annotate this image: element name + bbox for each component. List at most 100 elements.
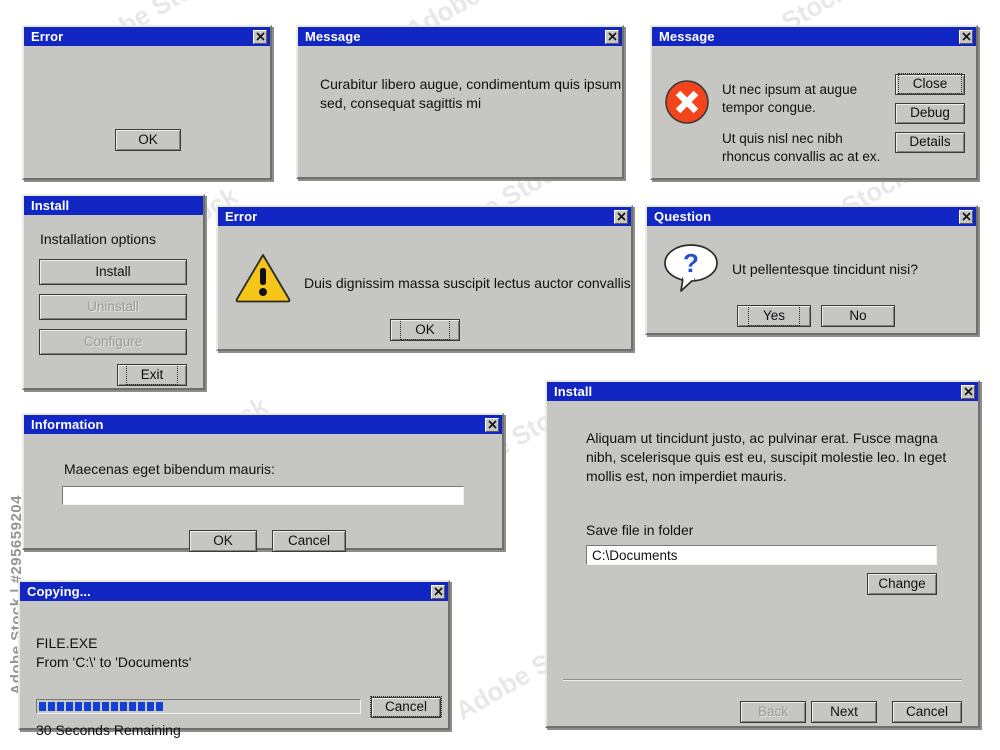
progress-block (93, 702, 100, 711)
titlebar: Message (652, 27, 976, 46)
details-button[interactable]: Details (895, 132, 965, 153)
dialog-install-wizard: Install Aliquam ut tincidunt justo, ac p… (545, 380, 980, 728)
copying-path: From 'C:\' to 'Documents' (36, 654, 192, 670)
progress-block (111, 702, 118, 711)
uninstall-button: Uninstall (39, 294, 187, 320)
change-button[interactable]: Change (867, 573, 937, 595)
next-button[interactable]: Next (811, 701, 877, 723)
close-x-icon[interactable] (605, 29, 619, 44)
button-label: Yes (747, 304, 801, 326)
titlebar: Message (298, 27, 622, 46)
progress-block (120, 702, 127, 711)
progress-block (129, 702, 136, 711)
dialog-install-options: Install Installation options Install Uni… (22, 194, 205, 390)
dialog-error-warning: Error Duis dignissim massa suscipit lect… (216, 205, 633, 351)
close-x-icon[interactable] (959, 209, 973, 224)
dialog-body: Ut nec ipsum at augue tempor congue. Ut … (652, 46, 976, 178)
dialog-body: OK (24, 46, 270, 178)
yes-button[interactable]: Yes (737, 304, 811, 327)
progress-block (57, 702, 64, 711)
window-title: Install (554, 384, 593, 399)
wizard-body-line-3: mollis est, non imperdiet mauris. (586, 468, 787, 484)
dialog-body: Installation options Install Uninstall C… (24, 215, 203, 388)
text-input[interactable] (62, 486, 464, 505)
ok-button[interactable]: OK (189, 530, 257, 552)
progress-block (84, 702, 91, 711)
window-title: Message (659, 29, 715, 44)
message-line-1: Curabitur libero augue, condimentum quis… (320, 76, 622, 92)
cancel-button[interactable]: Cancel (369, 696, 443, 718)
information-label: Maecenas eget bibendum mauris: (64, 461, 275, 477)
progress-bar (36, 699, 361, 714)
warning-triangle-icon (234, 252, 292, 309)
dialog-body: Maecenas eget bibendum mauris: OK Cancel (24, 434, 502, 552)
dialog-question: Question ? Ut pellentesque tincidunt nis… (645, 205, 978, 335)
cancel-button[interactable]: Cancel (892, 701, 962, 723)
button-label: Close (897, 73, 963, 94)
dialog-body: Aliquam ut tincidunt justo, ac pulvinar … (547, 401, 978, 726)
install-heading: Installation options (40, 231, 156, 247)
progress-block (156, 702, 163, 711)
dialog-message-text: Message Curabitur libero augue, condimen… (296, 25, 624, 179)
error-para2-line1: Ut quis nisl nec nibh (722, 131, 843, 146)
button-label: Install (95, 263, 131, 279)
svg-text:?: ? (683, 248, 699, 278)
progress-block (147, 702, 154, 711)
cancel-button[interactable]: Cancel (272, 530, 346, 552)
dialog-copying: Copying... FILE.EXE From 'C:\' to 'Docum… (18, 580, 450, 738)
close-x-icon[interactable] (431, 584, 445, 599)
footer-divider (563, 679, 962, 681)
window-title: Error (225, 209, 258, 224)
error-para1-line2: tempor congue. (722, 100, 816, 115)
progress-block (39, 702, 46, 711)
dialog-body: FILE.EXE From 'C:\' to 'Documents' 30 Se… (20, 601, 448, 738)
button-label: Uninstall (87, 298, 139, 314)
ok-button[interactable]: OK (115, 129, 181, 151)
wizard-body-line-2: nibh, scelerisque quis est eu, suscipit … (586, 449, 947, 465)
titlebar: Install (547, 382, 978, 401)
no-button[interactable]: No (821, 305, 895, 327)
window-title: Copying... (27, 584, 91, 599)
copying-status: 30 Seconds Remaining (36, 722, 181, 738)
close-x-icon[interactable] (485, 417, 499, 432)
close-x-icon[interactable] (253, 29, 267, 44)
button-label: Details (909, 134, 951, 149)
button-label: Cancel (287, 532, 331, 548)
question-message: Ut pellentesque tincidunt nisi? (732, 261, 919, 277)
button-label: OK (400, 318, 450, 340)
exit-button[interactable]: Exit (117, 363, 187, 386)
button-label: Back (757, 703, 788, 719)
install-button[interactable]: Install (39, 259, 187, 285)
titlebar: Install (24, 196, 203, 215)
question-bubble-icon: ? (661, 241, 721, 298)
progress-block (75, 702, 82, 711)
folder-path-input[interactable]: C:\Documents (586, 545, 937, 565)
folder-label: Save file in folder (586, 522, 694, 538)
dialog-body: Duis dignissim massa suscipit lectus auc… (218, 226, 631, 349)
dialog-body: Curabitur libero augue, condimentum quis… (298, 46, 622, 177)
titlebar: Information (24, 415, 502, 434)
window-title: Message (305, 29, 361, 44)
button-label: OK (138, 131, 158, 147)
button-label: Configure (83, 333, 143, 349)
close-x-icon[interactable] (959, 29, 973, 44)
window-title: Information (31, 417, 104, 432)
wizard-body-line-1: Aliquam ut tincidunt justo, ac pulvinar … (586, 430, 938, 446)
titlebar: Question (647, 207, 976, 226)
close-x-icon[interactable] (614, 209, 628, 224)
progress-block (66, 702, 73, 711)
ok-button[interactable]: OK (390, 318, 460, 341)
configure-button: Configure (39, 329, 187, 355)
back-button: Back (740, 701, 806, 723)
message-line-2: sed, consequat sagittis mi (320, 95, 482, 111)
progress-block (102, 702, 109, 711)
window-title: Question (654, 209, 712, 224)
close-button[interactable]: Close (895, 73, 965, 95)
titlebar: Error (24, 27, 270, 46)
debug-button[interactable]: Debug (895, 103, 965, 124)
screenshot-canvas: Adobe Stock Adobe Stock Adobe Stock Adob… (0, 0, 1000, 750)
dialog-information: Information Maecenas eget bibendum mauri… (22, 413, 504, 552)
button-label: Change (878, 575, 926, 591)
close-x-icon[interactable] (961, 384, 975, 399)
dialog-message-error: Message Ut nec ipsum at augue tempor con… (650, 25, 978, 180)
